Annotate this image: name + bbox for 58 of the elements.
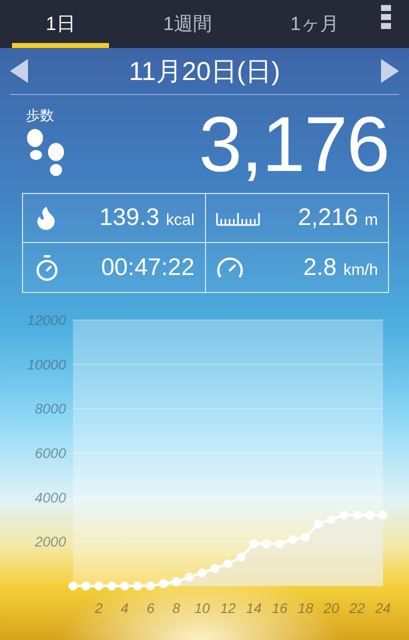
x-axis-label: 4 [120, 600, 129, 616]
data-point [198, 568, 207, 578]
tab[interactable]: 1日 [12, 0, 109, 48]
data-point [224, 559, 232, 568]
data-point [68, 582, 78, 590]
data-point [120, 582, 130, 590]
x-axis-label: 16 [272, 600, 288, 616]
data-point [94, 582, 104, 590]
data-point [133, 582, 142, 590]
x-axis-label: 24 [375, 600, 391, 616]
data-point [210, 564, 220, 573]
data-point [378, 510, 388, 520]
y-axis-label: 4000 [34, 489, 66, 506]
tab[interactable]: 1週間 [139, 0, 236, 48]
data-point [236, 552, 246, 562]
x-axis-label: 2 [94, 600, 103, 616]
menu-icon[interactable] [381, 5, 391, 31]
data-point [249, 539, 258, 548]
data-point [275, 539, 284, 548]
date-title: 11月20日(日) [128, 54, 280, 88]
next-arrow-icon[interactable] [380, 59, 399, 83]
stat-value: 139.3 kcal [99, 204, 194, 232]
x-axis-label: 14 [246, 600, 262, 616]
data-point [184, 572, 194, 582]
data-point [81, 582, 90, 590]
x-axis-label: 22 [349, 600, 365, 616]
y-axis-label: 6000 [34, 445, 66, 461]
data-point [172, 577, 181, 586]
y-axis-label: 2000 [34, 534, 66, 550]
y-axis-label: 10000 [27, 356, 66, 372]
data-point [262, 539, 272, 548]
data-point [158, 579, 168, 588]
x-axis-label: 12 [220, 600, 236, 616]
previous-arrow-icon[interactable] [10, 59, 28, 83]
data-point [366, 510, 375, 520]
ruler-icon [216, 210, 260, 226]
x-axis-label: 10 [194, 600, 210, 616]
x-axis-label: 20 [324, 600, 340, 616]
steps-count: 3,176 [198, 99, 389, 190]
data-point [301, 532, 310, 542]
y-axis-label: 12000 [27, 312, 66, 328]
data-point [146, 582, 155, 590]
stat-value: 2,216 m [298, 204, 378, 232]
data-point [326, 515, 336, 524]
data-point [340, 510, 349, 520]
data-point [352, 510, 362, 520]
data-point [288, 534, 298, 544]
y-axis-label: 8000 [34, 400, 66, 417]
x-axis-label: 18 [298, 600, 314, 616]
stat-value: 2.8 km/h [303, 254, 378, 282]
tab[interactable]: 1ヶ月 [266, 0, 363, 48]
footprints-icon [26, 129, 66, 177]
x-axis-label: 8 [172, 600, 180, 616]
data-point [314, 519, 323, 528]
stat-value: 00:47:22 [101, 254, 194, 282]
steps-label: 歩数 [26, 107, 55, 125]
x-axis-label: 6 [146, 600, 154, 616]
data-point [107, 582, 116, 590]
